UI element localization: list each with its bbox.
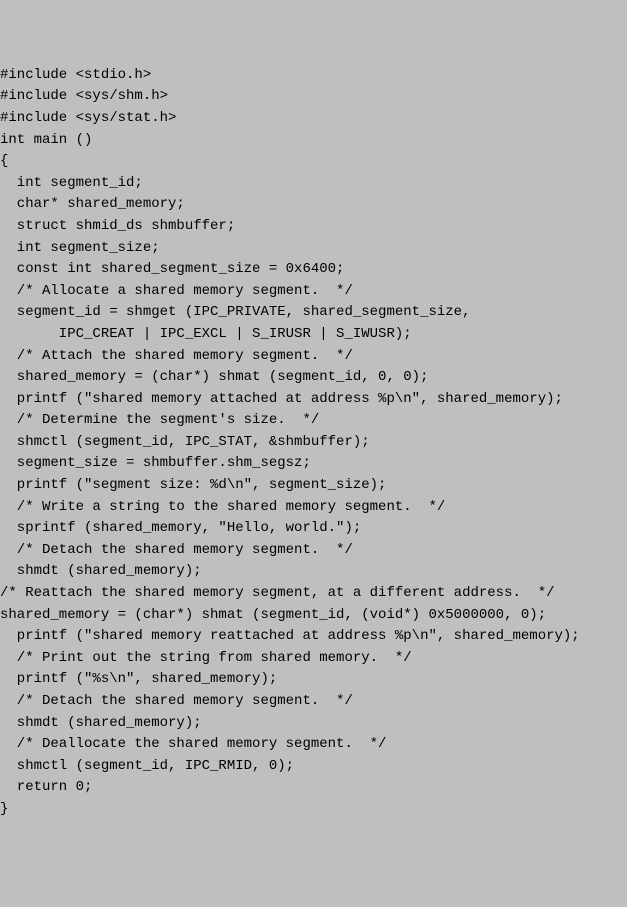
code-block: #include <stdio.h> #include <sys/shm.h> … (0, 65, 627, 821)
